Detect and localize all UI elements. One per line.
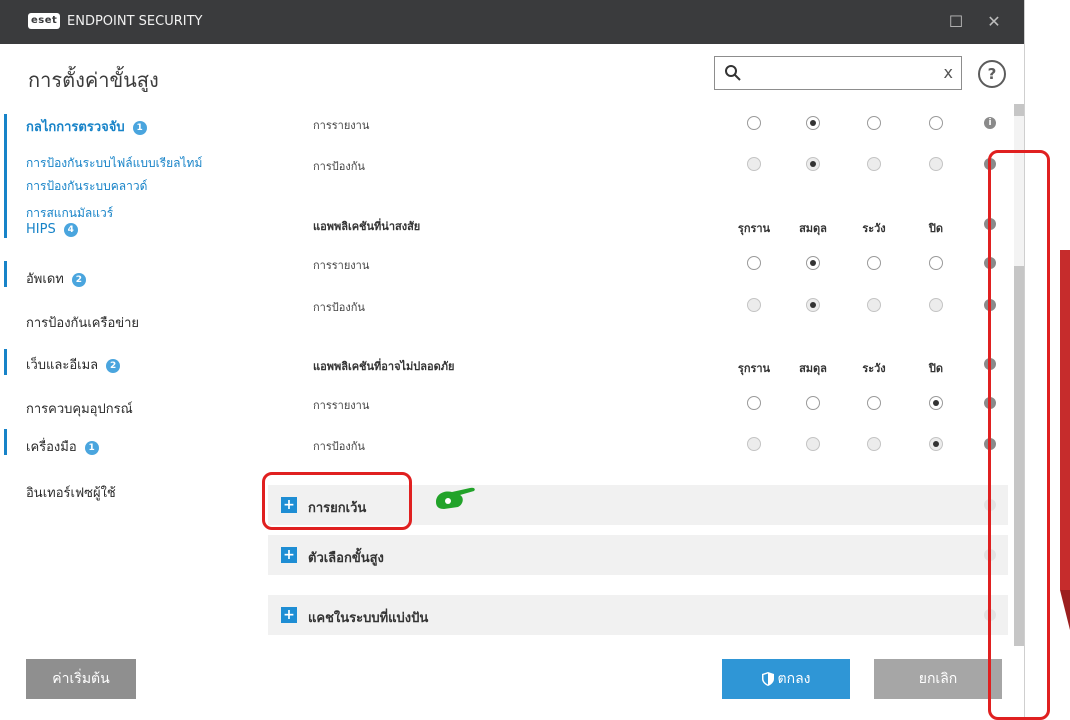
sidebar-badge: 1 — [84, 440, 99, 455]
radio-cautious[interactable] — [867, 157, 881, 171]
row-label-reporting: การรายงาน — [313, 259, 370, 272]
radio-aggressive[interactable] — [747, 298, 761, 312]
cancel-button[interactable]: ยกเลิก — [874, 659, 1002, 699]
expand-icon[interactable]: + — [281, 607, 297, 623]
radio-balanced[interactable] — [806, 396, 820, 410]
title-bar[interactable]: eset ENDPOINT SECURITY ☐ ✕ — [0, 0, 1024, 44]
app-title: ENDPOINT SECURITY — [67, 14, 203, 29]
sidebar-item-network-protection[interactable]: การป้องกันเครือข่าย — [26, 312, 139, 333]
radio-aggressive[interactable] — [747, 437, 761, 451]
column-header-aggressive: รุกราน — [737, 362, 771, 375]
page-title: การตั้งค่าขั้นสูง — [28, 68, 159, 92]
group-title-unsafe-apps: แอพพลิเคชันที่อาจไม่ปลอดภัย — [313, 360, 455, 373]
search-box[interactable]: x — [714, 56, 962, 90]
sidebar-item-user-interface[interactable]: อินเทอร์เฟซผู้ใช้ — [26, 482, 116, 503]
sidebar-marker — [4, 261, 7, 287]
column-header-off: ปิด — [928, 362, 944, 375]
row-label-protection: การป้องกัน — [313, 440, 365, 453]
radio-aggressive[interactable] — [747, 157, 761, 171]
sidebar-marker — [4, 349, 7, 375]
settings-panel: การรายงาน i การป้องกัน แอพพลิเคชันที่น่า… — [268, 104, 1008, 644]
sidebar-item-update[interactable]: อัพเดท 2 — [26, 268, 86, 289]
annotation-highlight-scrollbar — [988, 150, 1050, 720]
radio-balanced[interactable] — [806, 116, 820, 130]
radio-off[interactable] — [929, 396, 943, 410]
info-icon[interactable]: i — [984, 117, 996, 129]
column-header-cautious: ระวัง — [862, 362, 886, 375]
radio-balanced[interactable] — [806, 157, 820, 171]
row-label-reporting: การรายงาน — [313, 119, 370, 132]
column-header-off: ปิด — [928, 222, 944, 235]
sidebar-item-realtime-protection[interactable]: การป้องกันระบบไฟล์แบบเรียลไทม์ — [26, 154, 202, 173]
sidebar-item-label: เครื่องมือ — [26, 440, 77, 455]
sidebar-item-label: กลไกการตรวจจับ — [26, 120, 125, 135]
pointing-hand-icon — [436, 487, 475, 509]
sidebar-item-web-email[interactable]: เว็บและอีเมล 2 — [26, 354, 121, 375]
arrow-down-icon — [1060, 250, 1070, 630]
sidebar-item-hips[interactable]: HIPS 4 — [26, 222, 78, 237]
radio-aggressive[interactable] — [747, 256, 761, 270]
radio-aggressive[interactable] — [747, 116, 761, 130]
column-header-cautious: ระวัง — [862, 222, 886, 235]
expand-icon[interactable]: + — [281, 547, 297, 563]
radio-cautious[interactable] — [867, 298, 881, 312]
radio-off[interactable] — [929, 437, 943, 451]
radio-cautious[interactable] — [867, 437, 881, 451]
sidebar-marker — [4, 429, 7, 455]
column-header-balanced: สมดุล — [799, 222, 827, 235]
radio-cautious[interactable] — [867, 256, 881, 270]
radio-aggressive[interactable] — [747, 396, 761, 410]
section-label: ตัวเลือกขั้นสูง — [308, 551, 384, 566]
clear-search-icon[interactable]: x — [944, 63, 953, 82]
group-title-suspicious-apps: แอพพลิเคชันที่น่าสงสัย — [313, 220, 421, 233]
close-button[interactable]: ✕ — [982, 10, 1006, 34]
column-header-balanced: สมดุล — [799, 362, 827, 375]
sidebar-item-detection-engine[interactable]: กลไกการตรวจจับ 1 — [26, 116, 147, 137]
sidebar-item-label: HIPS — [26, 222, 56, 237]
radio-off[interactable] — [929, 298, 943, 312]
sidebar-item-tools[interactable]: เครื่องมือ 1 — [26, 436, 99, 457]
sidebar-badge: 4 — [63, 222, 78, 237]
sidebar-badge: 1 — [132, 120, 147, 135]
sidebar-item-cloud-protection[interactable]: การป้องกันระบบคลาวด์ — [26, 177, 147, 196]
radio-balanced[interactable] — [806, 256, 820, 270]
sidebar-badge: 2 — [106, 358, 121, 373]
maximize-button[interactable]: ☐ — [944, 10, 968, 34]
radio-off[interactable] — [929, 256, 943, 270]
radio-balanced[interactable] — [806, 298, 820, 312]
ok-button[interactable]: ตกลง — [722, 659, 850, 699]
column-header-aggressive: รุกราน — [737, 222, 771, 235]
radio-off[interactable] — [929, 116, 943, 130]
ok-button-label: ตกลง — [777, 671, 811, 687]
sidebar-item-label: อัพเดท — [26, 272, 64, 287]
default-button[interactable]: ค่าเริ่มต้น — [26, 659, 136, 699]
sidebar-active-marker — [4, 114, 7, 238]
sidebar: กลไกการตรวจจับ 1 การป้องกันระบบไฟล์แบบเรี… — [0, 104, 260, 644]
scrollbar-top-cap — [1014, 104, 1024, 116]
row-label-reporting: การรายงาน — [313, 399, 370, 412]
annotation-highlight-exclusions — [262, 472, 412, 530]
radio-cautious[interactable] — [867, 116, 881, 130]
radio-balanced[interactable] — [806, 437, 820, 451]
settings-window: eset ENDPOINT SECURITY ☐ ✕ การตั้งค่าขั้… — [0, 0, 1024, 718]
eset-logo: eset — [28, 13, 61, 29]
row-label-protection: การป้องกัน — [313, 301, 365, 314]
sidebar-item-malware-scan[interactable]: การสแกนมัลแวร์ — [26, 204, 113, 223]
search-icon — [725, 65, 741, 81]
section-label: แคชในระบบที่แบ่งปัน — [308, 611, 429, 626]
sidebar-item-device-control[interactable]: การควบคุมอุปกรณ์ — [26, 398, 133, 419]
section-advanced-options[interactable]: + ตัวเลือกขั้นสูง — [268, 535, 1008, 575]
sidebar-item-label: เว็บและอีเมล — [26, 358, 99, 373]
search-input[interactable] — [747, 63, 931, 85]
radio-cautious[interactable] — [867, 396, 881, 410]
help-icon[interactable]: ? — [978, 60, 1006, 88]
section-shared-local-cache[interactable]: + แคชในระบบที่แบ่งปัน — [268, 595, 1008, 635]
shield-icon — [761, 672, 774, 686]
radio-off[interactable] — [929, 157, 943, 171]
sidebar-badge: 2 — [71, 272, 86, 287]
row-label-protection: การป้องกัน — [313, 160, 365, 173]
